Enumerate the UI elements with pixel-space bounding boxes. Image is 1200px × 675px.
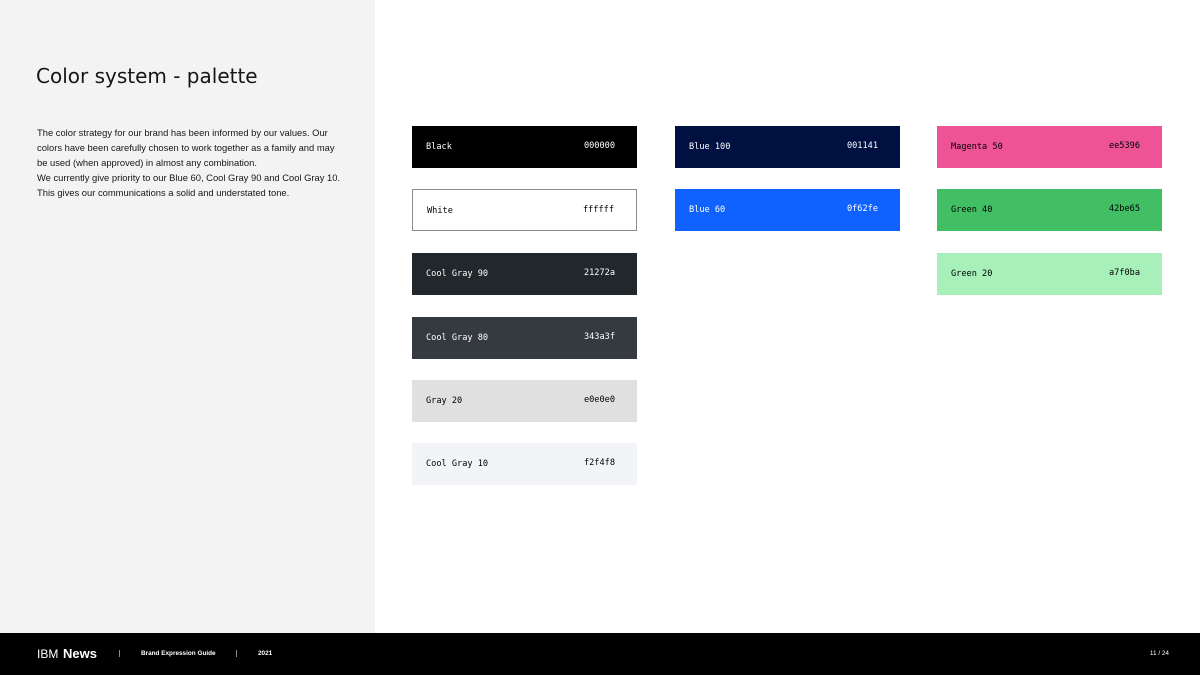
swatch-green-20: Green 20 a7f0ba (937, 253, 1162, 295)
swatch-gray-20: Gray 20 e0e0e0 (412, 380, 637, 422)
swatch-hex: ee5396 (1108, 141, 1140, 151)
swatch-hex: e0e0e0 (583, 395, 615, 405)
swatch-name: White (427, 206, 453, 216)
swatch-name: Green 40 (951, 205, 993, 215)
footer-brand-name: News (63, 646, 97, 661)
page-title: Color system - palette (36, 64, 258, 88)
swatch-hex: 343a3f (583, 332, 615, 342)
swatch-hex: 0f62fe (846, 204, 878, 214)
footer-page-number: 11 / 24 (1149, 650, 1169, 657)
swatch-name: Magenta 50 (951, 142, 1003, 152)
swatch-name: Black (426, 142, 452, 152)
intro-paragraph-1: The color strategy for our brand has bee… (37, 127, 335, 168)
swatch-cool-gray-10: Cool Gray 10 f2f4f8 (412, 443, 637, 485)
swatch-name: Cool Gray 90 (426, 269, 489, 279)
swatch-name: Blue 60 (689, 205, 726, 215)
left-panel: Color system - palette The color strateg… (0, 0, 375, 633)
swatch-name: Blue 100 (689, 142, 731, 152)
swatch-name: Cool Gray 80 (426, 333, 489, 343)
footer-guide-title: Brand Expression Guide (141, 650, 216, 657)
footer-divider (236, 650, 237, 657)
swatch-blue-60: Blue 60 0f62fe (675, 189, 900, 231)
swatch-green-40: Green 40 42be65 (937, 189, 1162, 231)
swatch-black: Black 000000 (412, 126, 637, 168)
swatch-blue-100: Blue 100 001141 (675, 126, 900, 168)
swatch-hex: 001141 (846, 141, 878, 151)
footer-divider (119, 650, 120, 657)
footer-year: 2021 (258, 650, 273, 657)
swatch-name: Green 20 (951, 269, 993, 279)
swatch-cool-gray-80: Cool Gray 80 343a3f (412, 317, 637, 359)
swatch-hex: f2f4f8 (583, 458, 615, 468)
swatch-hex: 42be65 (1108, 204, 1140, 214)
swatch-hex: 000000 (583, 141, 615, 151)
swatch-hex: ffffff (582, 205, 614, 215)
intro-paragraph-2: We currently give priority to our Blue 6… (37, 172, 341, 198)
footer-brand-prefix: IBM (37, 647, 59, 661)
swatch-white: White ffffff (412, 189, 637, 231)
swatch-cool-gray-90: Cool Gray 90 21272a (412, 253, 637, 295)
footer: IBM News Brand Expression Guide 2021 11 … (0, 633, 1200, 675)
swatch-magenta-50: Magenta 50 ee5396 (937, 126, 1162, 168)
swatch-hex: 21272a (583, 268, 615, 278)
intro-text: The color strategy for our brand has bee… (37, 125, 347, 200)
swatch-hex: a7f0ba (1108, 268, 1140, 278)
swatch-name: Cool Gray 10 (426, 459, 489, 469)
swatch-name: Gray 20 (426, 396, 463, 406)
